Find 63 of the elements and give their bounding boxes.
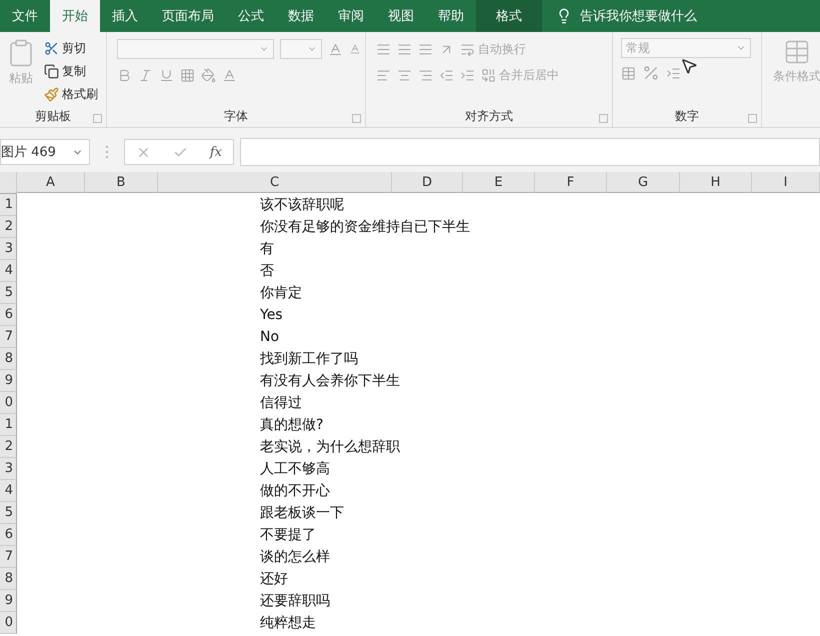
- tell-me-field[interactable]: 告诉我你想要做什么: [580, 7, 697, 25]
- clipboard-button[interactable]: 复制: [44, 61, 98, 82]
- ribbon-tab[interactable]: 公式: [226, 0, 276, 32]
- cursor-icon: [680, 57, 698, 75]
- launcher-icon[interactable]: [93, 114, 102, 123]
- ribbon-tab[interactable]: 页面布局: [150, 0, 226, 32]
- copy-icon: [44, 64, 59, 79]
- column-header[interactable]: E: [463, 172, 535, 193]
- column-header[interactable]: F: [535, 172, 607, 193]
- column-header[interactable]: D: [392, 172, 463, 193]
- row-header[interactable]: 2: [0, 216, 17, 238]
- row-header[interactable]: 5: [0, 282, 17, 304]
- row-header[interactable]: 0: [0, 612, 17, 634]
- grip-icon[interactable]: [105, 145, 109, 159]
- row-header[interactable]: 8: [0, 348, 17, 370]
- row-header[interactable]: 4: [0, 480, 17, 502]
- ribbon-tab[interactable]: 开始: [50, 0, 100, 32]
- row-header[interactable]: 3: [0, 238, 17, 260]
- group-title: 数字: [674, 108, 700, 125]
- wrap-icon: [460, 42, 475, 56]
- column-header[interactable]: C: [158, 172, 392, 193]
- ribbon-tab[interactable]: 文件: [0, 0, 50, 32]
- clipboard-button[interactable]: 剪切: [44, 38, 98, 59]
- row-header[interactable]: 1: [0, 414, 17, 436]
- row-header[interactable]: 2: [0, 436, 17, 458]
- row-header[interactable]: 0: [0, 392, 17, 414]
- column-header[interactable]: A: [17, 172, 85, 193]
- row-header[interactable]: 4: [0, 260, 17, 282]
- merge-icon: [481, 68, 496, 82]
- row-header[interactable]: 9: [0, 370, 17, 392]
- row-header[interactable]: 6: [0, 524, 17, 546]
- ribbon-tab[interactable]: 数据: [276, 0, 326, 32]
- launcher-icon[interactable]: [352, 114, 361, 123]
- select-all-corner[interactable]: [0, 172, 17, 194]
- launcher-icon[interactable]: [599, 114, 608, 123]
- column-header[interactable]: I: [752, 172, 820, 193]
- launcher-icon[interactable]: [748, 114, 757, 123]
- ribbon-tab[interactable]: 帮助: [426, 0, 476, 32]
- row-header[interactable]: 1: [0, 194, 17, 216]
- column-header[interactable]: H: [680, 172, 752, 193]
- row-header[interactable]: 5: [0, 502, 17, 524]
- row-header[interactable]: 8: [0, 568, 17, 590]
- group-title: 对齐方式: [464, 108, 514, 125]
- column-header[interactable]: B: [85, 172, 158, 193]
- ribbon-tab[interactable]: 插入: [100, 0, 150, 32]
- clipboard-button[interactable]: 格式刷: [44, 84, 98, 105]
- ribbon-tab[interactable]: 审阅: [326, 0, 376, 32]
- row-header[interactable]: 9: [0, 590, 17, 612]
- row-header[interactable]: 3: [0, 458, 17, 480]
- group-title: 剪贴板: [34, 108, 72, 125]
- row-header[interactable]: 7: [0, 326, 17, 348]
- paintbrush-icon: [44, 87, 59, 102]
- ribbon-tab[interactable]: 视图: [376, 0, 426, 32]
- formula-field[interactable]: [240, 138, 820, 166]
- scissors-icon: [44, 41, 59, 56]
- row-header[interactable]: 7: [0, 546, 17, 568]
- insert-function-button[interactable]: fx: [210, 144, 222, 160]
- ribbon-tab[interactable]: 格式: [476, 0, 542, 32]
- row-header[interactable]: 6: [0, 304, 17, 326]
- table-icon: [783, 38, 811, 66]
- column-header[interactable]: G: [607, 172, 680, 193]
- name-box[interactable]: 图片 469: [0, 139, 90, 165]
- group-title: 字体: [223, 108, 249, 125]
